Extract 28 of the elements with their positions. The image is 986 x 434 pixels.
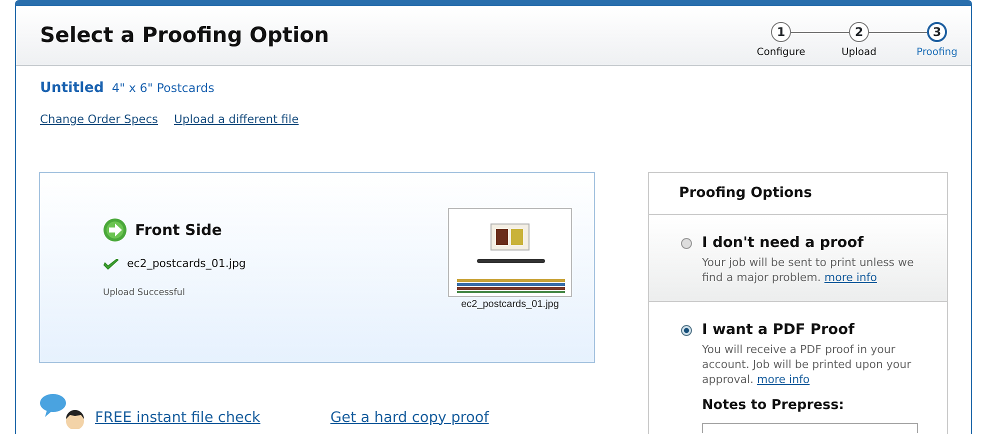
product-name: 4" x 6" Postcards — [112, 80, 214, 97]
more-info-link[interactable]: more info — [824, 271, 878, 284]
file-check-link[interactable]: FREE instant file check — [95, 408, 260, 430]
order-name: Untitled — [40, 79, 104, 98]
option-title: I don't need a proof — [702, 234, 865, 254]
radio-button[interactable] — [681, 325, 692, 336]
step-label: Configure — [756, 46, 806, 60]
more-info-link[interactable]: more info — [757, 372, 810, 386]
step-label: Upload — [841, 46, 877, 60]
thumbnail-caption: ec2_postcards_01.jpg — [461, 298, 559, 312]
order-link[interactable]: Upload a different file — [174, 111, 299, 128]
upload-status: Upload Successful — [103, 286, 186, 300]
step-number: 2 — [849, 22, 869, 42]
checkmark-icon — [103, 258, 119, 270]
step-number: 3 — [927, 22, 947, 42]
file-name: ec2_postcards_01.jpg — [127, 256, 246, 272]
notes-field[interactable] — [702, 423, 918, 433]
hard-copy-link[interactable]: Get a hard copy proof — [330, 408, 489, 430]
order-link[interactable]: Change Order Specs — [40, 111, 158, 128]
notes-label: Notes to Prepress: — [702, 396, 846, 415]
page-title: Select a Proofing Option — [40, 22, 330, 48]
option-description: You will receive a PDF proof in your account. Job will be printed upon your approval. more info — [702, 342, 912, 387]
step-label: Proofing — [916, 46, 958, 60]
option-title: I want a PDF Proof — [702, 321, 856, 340]
radio-button[interactable] — [681, 238, 692, 250]
side-title: Front Side — [135, 220, 222, 241]
step-number: 1 — [771, 22, 791, 42]
option-description: Your job will be sent to print unless we find a major problem. more info — [702, 255, 915, 285]
